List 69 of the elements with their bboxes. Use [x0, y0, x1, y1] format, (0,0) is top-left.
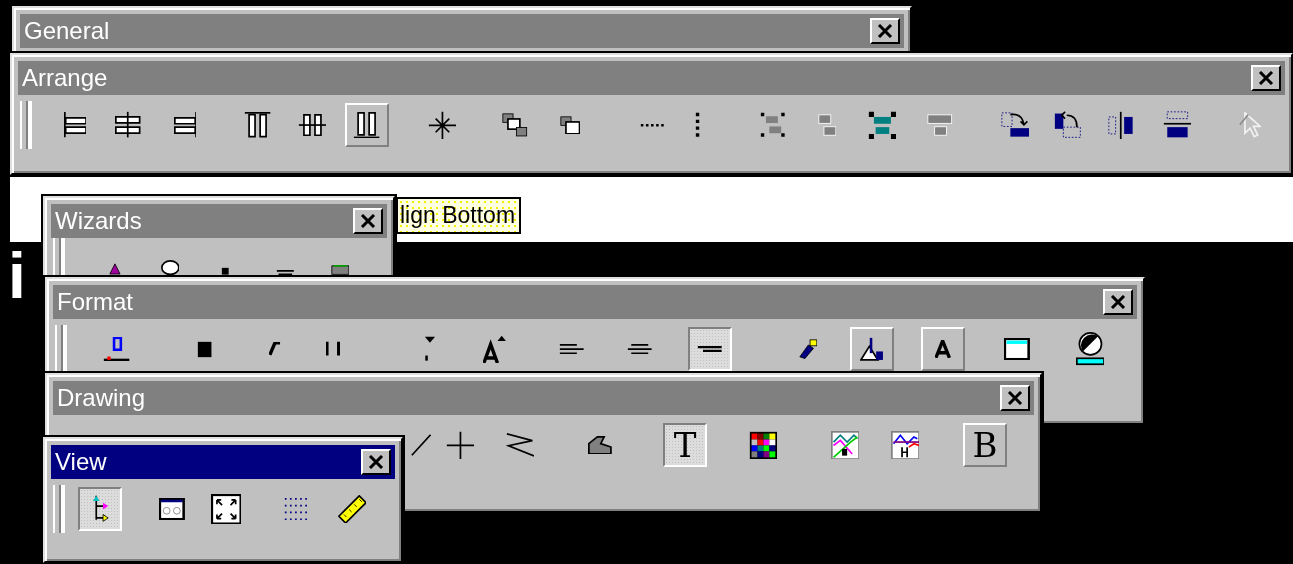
center-arrows-icon — [427, 110, 457, 140]
close-button[interactable] — [353, 208, 383, 234]
toolbar-button[interactable] — [688, 327, 732, 371]
line-style-icon — [697, 346, 723, 352]
close-icon — [360, 214, 376, 228]
ungroup-icon — [817, 113, 837, 137]
toolbar-button[interactable]: T — [663, 423, 707, 467]
bring-forward-icon — [502, 113, 528, 137]
window-title: Arrange — [22, 63, 108, 93]
group-icon — [867, 110, 897, 140]
close-icon — [1258, 71, 1274, 85]
align-bottom-icon — [353, 111, 381, 139]
pen-icon — [798, 338, 818, 360]
close-button[interactable] — [870, 18, 900, 44]
color-grid-icon — [748, 430, 778, 460]
window-title: Drawing — [57, 383, 146, 413]
align-top-icon — [244, 112, 272, 138]
chart-icon — [890, 430, 920, 460]
chart-icon — [830, 430, 860, 460]
close-button[interactable] — [1251, 65, 1281, 91]
rotate-left-icon — [1054, 111, 1082, 139]
fill-bucket-icon — [860, 337, 884, 361]
shrink-font-icon — [424, 336, 436, 362]
align-left-icon — [63, 111, 87, 139]
text-style-icon — [103, 337, 131, 361]
grow-font-icon — [483, 334, 507, 364]
toolbar-button[interactable]: B — [963, 423, 1007, 467]
dotted-line-icon — [695, 112, 701, 138]
window-frame-icon — [1004, 337, 1030, 361]
close-button[interactable] — [1103, 289, 1133, 315]
toolbar-button[interactable] — [78, 487, 122, 531]
ruler-icon — [337, 494, 367, 524]
line-icon — [410, 433, 432, 457]
window-icon — [159, 497, 185, 521]
window-title: General — [24, 16, 110, 46]
close-icon — [368, 455, 384, 469]
flip-horizontal-icon — [1108, 110, 1134, 140]
close-icon — [1007, 391, 1023, 405]
underline-icon — [326, 341, 340, 357]
close-icon — [877, 24, 893, 38]
dotted-line-icon — [639, 122, 665, 128]
align-lines-icon — [559, 343, 585, 355]
align-right-icon — [173, 111, 197, 139]
font-color-icon — [935, 339, 951, 359]
tooltip: lign Bottom — [396, 197, 522, 234]
tree-icon — [91, 495, 109, 523]
flip-vertical-icon — [1162, 111, 1192, 139]
align-middle-icon — [297, 113, 327, 137]
align-center-icon — [115, 111, 141, 139]
window-title: Wizards — [55, 206, 142, 236]
blob-icon — [588, 435, 612, 455]
window-title: Format — [57, 287, 133, 317]
window-title: View — [55, 447, 107, 477]
regroup-icon — [927, 113, 953, 137]
fullscreen-icon — [210, 493, 242, 525]
pointer-icon — [1238, 112, 1262, 138]
send-backward-icon — [559, 115, 581, 135]
italic-icon — [269, 342, 281, 356]
background-text: i — [8, 244, 26, 308]
close-button[interactable] — [1000, 385, 1030, 411]
rotate-right-icon — [1000, 112, 1030, 138]
close-button[interactable] — [361, 449, 391, 475]
group-icon — [760, 112, 786, 138]
zigzag-icon — [505, 433, 535, 457]
plus-icon — [445, 430, 475, 460]
center-lines-icon — [627, 343, 653, 355]
bold-icon — [197, 340, 213, 358]
close-icon — [1110, 295, 1126, 309]
shading-icon — [1075, 332, 1105, 366]
